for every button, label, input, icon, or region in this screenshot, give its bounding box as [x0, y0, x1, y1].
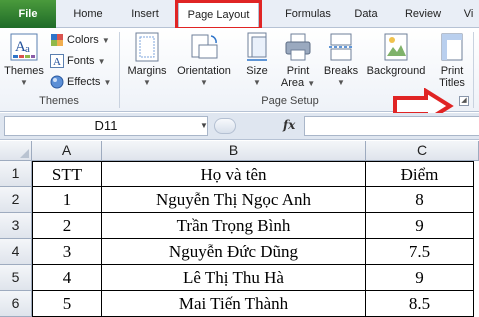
cell-b5[interactable]: Lê Thị Thu Hà: [102, 265, 366, 291]
effects-button[interactable]: Effects ▼: [50, 73, 111, 91]
size-dropdown-icon: ▼: [253, 78, 261, 87]
cell-b2[interactable]: Nguyễn Thị Ngọc Anh: [102, 187, 366, 213]
svg-text:A: A: [53, 56, 61, 68]
themes-icon: A a: [10, 33, 38, 61]
row-header-3[interactable]: 3: [0, 213, 32, 239]
row-header-6[interactable]: 6: [0, 291, 32, 317]
margins-dropdown-icon: ▼: [143, 78, 151, 87]
cell-c2[interactable]: 8: [366, 187, 474, 213]
breaks-icon: [329, 33, 353, 61]
print-area-dropdown-icon: ▼: [307, 79, 316, 88]
effects-icon: [50, 75, 64, 89]
column-header-b[interactable]: B: [102, 141, 366, 161]
themes-dropdown-icon: ▼: [20, 78, 28, 87]
select-all-triangle-icon: [20, 149, 29, 158]
effects-label: Effects: [67, 76, 101, 88]
themes-group-label: Themes: [39, 95, 79, 107]
formula-bar: D11 ▼ fx: [0, 113, 479, 140]
background-button[interactable]: Background: [362, 32, 430, 77]
cell-c4[interactable]: 7.5: [366, 239, 474, 265]
colors-dropdown-icon: ▼: [101, 36, 110, 45]
select-all-corner[interactable]: [0, 141, 32, 161]
themes-button[interactable]: A a Themes ▼: [4, 32, 44, 89]
svg-text:a: a: [25, 43, 30, 55]
column-header-a[interactable]: A: [32, 141, 102, 161]
orientation-dropdown-icon: ▼: [200, 78, 208, 87]
row-header-2[interactable]: 2: [0, 187, 32, 213]
print-titles-button[interactable]: Print Titles: [432, 32, 472, 89]
tab-review[interactable]: Review: [396, 0, 450, 28]
tab-file[interactable]: File: [0, 0, 56, 28]
insert-function-icon[interactable]: fx: [283, 118, 295, 132]
colors-button[interactable]: Colors ▼: [50, 31, 110, 49]
name-box[interactable]: D11: [4, 116, 208, 136]
size-button[interactable]: Size ▼: [240, 32, 274, 89]
print-titles-label-line1: Print: [440, 65, 464, 77]
cell-a4[interactable]: 3: [32, 239, 102, 265]
fonts-dropdown-icon: ▼: [97, 57, 106, 66]
row-header-5[interactable]: 5: [0, 265, 32, 291]
fonts-label: Fonts: [67, 55, 95, 67]
fonts-button[interactable]: A Fonts ▼: [50, 52, 106, 70]
row-header-1[interactable]: 1: [0, 161, 32, 187]
breaks-button[interactable]: Breaks ▼: [320, 32, 362, 89]
group-separator: [473, 32, 474, 108]
formula-bar-splitter[interactable]: [214, 118, 236, 134]
breaks-dropdown-icon: ▼: [337, 78, 345, 87]
effects-dropdown-icon: ▼: [103, 78, 112, 87]
cell-c6[interactable]: 8.5: [366, 291, 474, 317]
orientation-label: Orientation: [177, 65, 231, 77]
print-titles-icon: [441, 33, 463, 61]
tab-view[interactable]: Vi: [458, 0, 479, 28]
cell-c3[interactable]: 9: [366, 213, 474, 239]
print-area-button[interactable]: Print Area ▼: [280, 32, 316, 90]
margins-icon: [135, 32, 159, 62]
fonts-icon: A: [50, 54, 64, 69]
tab-data[interactable]: Data: [346, 0, 386, 28]
colors-icon: [51, 34, 63, 47]
breaks-label: Breaks: [323, 65, 359, 77]
cell-b4[interactable]: Nguyễn Đức Dũng: [102, 239, 366, 265]
cell-a5[interactable]: 4: [32, 265, 102, 291]
size-label: Size: [246, 65, 268, 77]
background-icon: [384, 33, 408, 61]
print-area-icon: [285, 33, 311, 61]
cell-a2[interactable]: 1: [32, 187, 102, 213]
cell-b1[interactable]: Họ và tên: [102, 161, 366, 187]
margins-button[interactable]: Margins ▼: [124, 32, 170, 89]
cell-a6[interactable]: 5: [32, 291, 102, 317]
cell-c5[interactable]: 9: [366, 265, 474, 291]
name-box-dropdown-icon[interactable]: ▼: [200, 121, 208, 130]
tab-home[interactable]: Home: [64, 0, 112, 28]
colors-label: Colors: [67, 34, 99, 46]
cell-b6[interactable]: Mai Tiến Thành: [102, 291, 366, 317]
size-icon: [247, 32, 267, 61]
themes-label: Themes: [4, 65, 44, 77]
page-setup-dialog-launcher-icon[interactable]: ◢: [459, 96, 469, 106]
margins-label: Margins: [127, 65, 167, 77]
print-area-label-line1: Print: [286, 65, 310, 77]
print-area-label-line2: Area: [280, 77, 305, 89]
orientation-button[interactable]: Orientation ▼: [172, 32, 236, 89]
tab-insert[interactable]: Insert: [120, 0, 170, 28]
orientation-icon: [191, 34, 218, 59]
cell-a1[interactable]: STT: [32, 161, 102, 187]
cell-c1[interactable]: Điểm: [366, 161, 474, 187]
formula-input[interactable]: [304, 116, 479, 136]
tab-formulas[interactable]: Formulas: [270, 0, 346, 28]
page-layout-highlight-box: [175, 0, 262, 30]
cell-a3[interactable]: 2: [32, 213, 102, 239]
column-header-c[interactable]: C: [366, 141, 479, 161]
cell-b3[interactable]: Trần Trọng Bình: [102, 213, 366, 239]
row-header-4[interactable]: 4: [0, 239, 32, 265]
background-label: Background: [366, 65, 426, 77]
